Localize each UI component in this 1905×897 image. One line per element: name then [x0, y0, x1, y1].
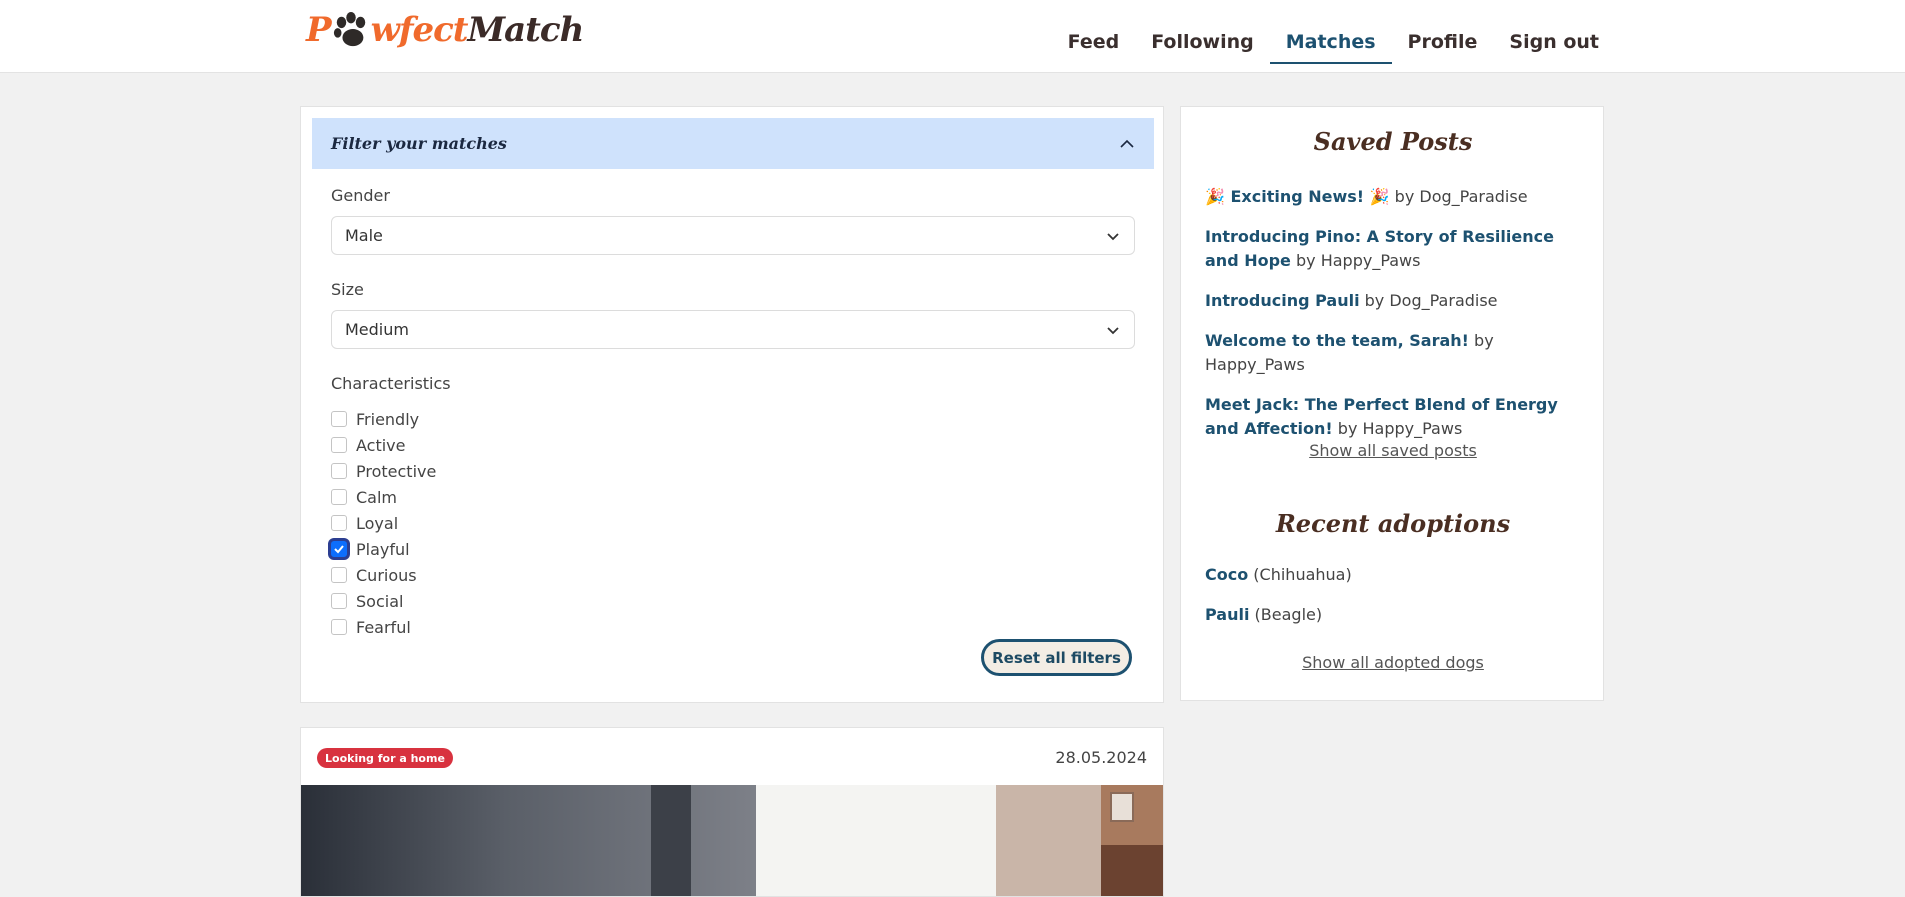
- saved-post-item: Introducing Pino: A Story of Resilience …: [1205, 225, 1585, 273]
- chevron-down-icon: [1107, 327, 1119, 335]
- saved-posts-list: 🎉 Exciting News! 🎉 by Dog_Paradise Intro…: [1205, 185, 1585, 457]
- recent-adoptions-list: Coco (Chihuahua) Pauli (Beagle): [1205, 563, 1352, 643]
- nav-feed[interactable]: Feed: [1052, 14, 1136, 64]
- filter-panel: Filter your matches Gender Male Size Med…: [300, 106, 1164, 703]
- checkbox[interactable]: [331, 463, 347, 479]
- saved-post-item: Welcome to the team, Sarah! by Happy_Paw…: [1205, 329, 1585, 377]
- adoption-item: Coco (Chihuahua): [1205, 563, 1352, 587]
- checkbox-label: Loyal: [356, 513, 399, 533]
- saved-post-author: by Dog_Paradise: [1389, 187, 1528, 206]
- characteristic-calm[interactable]: Calm: [331, 484, 436, 510]
- reset-filters-button[interactable]: Reset all filters: [981, 639, 1132, 676]
- adoption-breed: (Chihuahua): [1248, 565, 1352, 584]
- post-card[interactable]: Looking for a home 28.05.2024: [300, 727, 1164, 897]
- app-logo[interactable]: P wfect Match: [306, 8, 585, 52]
- top-navbar: P wfect Match Feed Following Matches Pro…: [0, 0, 1905, 73]
- checkbox-checked[interactable]: [331, 541, 347, 557]
- show-all-saved-posts-link[interactable]: Show all saved posts: [1181, 441, 1605, 460]
- checkbox-label: Calm: [356, 487, 398, 507]
- checkmark-icon: [334, 545, 344, 554]
- characteristic-protective[interactable]: Protective: [331, 458, 436, 484]
- characteristic-active[interactable]: Active: [331, 432, 436, 458]
- checkbox-label: Fearful: [356, 617, 411, 637]
- checkbox[interactable]: [331, 619, 347, 635]
- filter-title: Filter your matches: [331, 134, 507, 153]
- logo-text-end: Match: [467, 10, 585, 50]
- nav-profile[interactable]: Profile: [1392, 14, 1494, 64]
- gender-select[interactable]: Male: [331, 216, 1135, 255]
- checkbox-label: Protective: [356, 461, 437, 481]
- logo-text-start: P: [306, 10, 332, 50]
- checkbox[interactable]: [331, 593, 347, 609]
- saved-posts-title: Saved Posts: [1313, 127, 1473, 156]
- size-select[interactable]: Medium: [331, 310, 1135, 349]
- sidebar: Saved Posts 🎉 Exciting News! 🎉 by Dog_Pa…: [1180, 106, 1604, 701]
- size-select-value: Medium: [345, 320, 409, 339]
- saved-post-author: by Happy_Paws: [1290, 251, 1421, 270]
- nav-sign-out[interactable]: Sign out: [1493, 14, 1615, 64]
- dog-photo: [301, 785, 1163, 896]
- saved-post-link[interactable]: Introducing Pauli: [1205, 291, 1360, 310]
- characteristic-friendly[interactable]: Friendly: [331, 406, 436, 432]
- size-label: Size: [331, 280, 364, 299]
- saved-post-author: by Happy_Paws: [1332, 419, 1463, 438]
- saved-post-item: Introducing Pauli by Dog_Paradise: [1205, 289, 1585, 313]
- gender-label: Gender: [331, 186, 390, 205]
- characteristic-fearful[interactable]: Fearful: [331, 614, 436, 640]
- chevron-up-icon: [1120, 139, 1134, 148]
- characteristic-curious[interactable]: Curious: [331, 562, 436, 588]
- saved-post-item: Meet Jack: The Perfect Blend of Energy a…: [1205, 393, 1585, 441]
- adoption-dog-link[interactable]: Pauli: [1205, 605, 1249, 624]
- logo-text-middle: wfect: [370, 10, 469, 50]
- characteristic-loyal[interactable]: Loyal: [331, 510, 436, 536]
- checkbox-label: Curious: [356, 565, 417, 585]
- adoption-item: Pauli (Beagle): [1205, 603, 1352, 627]
- checkbox-label: Social: [356, 591, 404, 611]
- checkbox[interactable]: [331, 567, 347, 583]
- post-date: 28.05.2024: [1055, 748, 1147, 767]
- checkbox[interactable]: [331, 489, 347, 505]
- saved-post-item: 🎉 Exciting News! 🎉 by Dog_Paradise: [1205, 185, 1585, 209]
- chevron-down-icon: [1107, 233, 1119, 241]
- adoption-breed: (Beagle): [1249, 605, 1323, 624]
- adoption-dog-link[interactable]: Coco: [1205, 565, 1248, 584]
- checkbox-label: Playful: [356, 539, 410, 559]
- characteristic-playful[interactable]: Playful: [331, 536, 436, 562]
- characteristic-social[interactable]: Social: [331, 588, 436, 614]
- nav-following[interactable]: Following: [1135, 14, 1270, 64]
- nav-matches[interactable]: Matches: [1269, 14, 1392, 64]
- recent-adoptions-title: Recent adoptions: [1275, 509, 1511, 538]
- checkbox[interactable]: [331, 515, 347, 531]
- checkbox[interactable]: [331, 411, 347, 427]
- filter-accordion-header[interactable]: Filter your matches: [312, 118, 1154, 169]
- checkbox[interactable]: [331, 437, 347, 453]
- saved-post-link[interactable]: 🎉 Exciting News! 🎉: [1205, 187, 1390, 206]
- main-nav: Feed Following Matches Profile Sign out: [1052, 14, 1615, 64]
- checkbox-label: Active: [356, 435, 406, 455]
- checkbox-label: Friendly: [356, 409, 420, 429]
- paw-icon: [333, 11, 365, 47]
- status-badge: Looking for a home: [317, 748, 453, 768]
- show-all-adopted-dogs-link[interactable]: Show all adopted dogs: [1181, 653, 1605, 672]
- characteristics-list: Friendly Active Protective Calm Loyal Pl…: [331, 406, 436, 640]
- characteristics-label: Characteristics: [331, 374, 451, 393]
- gender-select-value: Male: [345, 226, 383, 245]
- saved-post-link[interactable]: Welcome to the team, Sarah!: [1205, 331, 1469, 350]
- saved-post-author: by Dog_Paradise: [1359, 291, 1498, 310]
